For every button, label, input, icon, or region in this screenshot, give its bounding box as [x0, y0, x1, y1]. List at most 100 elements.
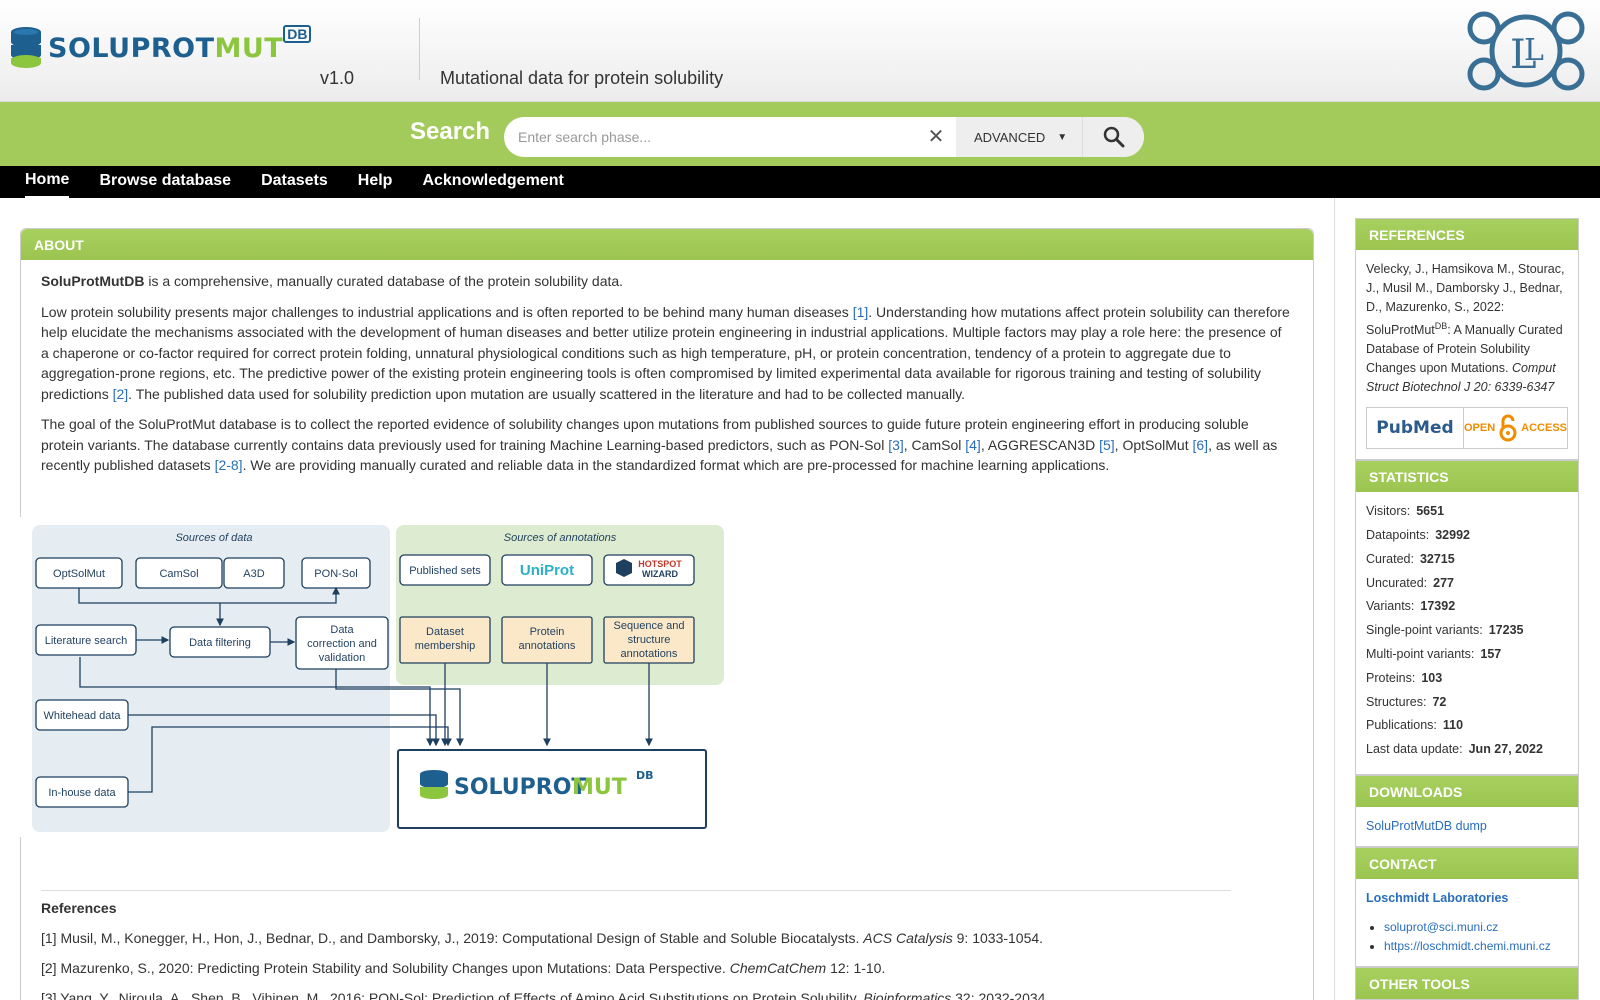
about-paragraph-3: The goal of the SoluProtMut database is …	[41, 416, 1278, 473]
stat-label: Curated:	[1366, 551, 1414, 566]
stat-label: Multi-point variants:	[1366, 646, 1475, 661]
published-sets: Published sets	[409, 565, 481, 577]
advanced-label: ADVANCED	[974, 129, 1046, 145]
svg-text:DB: DB	[636, 769, 654, 782]
uniprot-logo: UniProt	[520, 562, 574, 579]
statistics-box: STATISTICS Visitors: 5651 Datapoints: 32992…	[1355, 460, 1579, 775]
ref-link-2[interactable]: [2]	[113, 386, 129, 402]
svg-text:L: L	[1524, 33, 1544, 68]
references-header: REFERENCES	[1356, 219, 1578, 250]
database-icon	[11, 27, 41, 68]
search-button[interactable]	[1082, 117, 1144, 157]
logo-text-left: SOLUPROT	[48, 32, 215, 64]
stat-value: 103	[1421, 670, 1443, 685]
data-correction-line2: correction and	[307, 638, 377, 650]
protein-annotations-line1: Protein	[530, 626, 565, 638]
app-logo[interactable]: SOLUPROTMUT DB	[10, 25, 312, 70]
data-correction-line3: validation	[319, 652, 365, 664]
protein-annotations-line2: annotations	[519, 640, 576, 652]
stat-label: Publications:	[1366, 718, 1437, 733]
tagline: Mutational data for protein solubility	[440, 68, 724, 88]
ref-link-4[interactable]: [4]	[965, 437, 981, 453]
pubmed-logo: PubMed	[1376, 417, 1454, 438]
citation-badges: PubMed OPEN ACCESS	[1366, 407, 1568, 450]
whitehead-data: Whitehead data	[43, 710, 121, 722]
header-divider	[419, 18, 420, 80]
stat-row: Single-point variants: 17235	[1366, 621, 1568, 640]
stat-value: 17392	[1420, 599, 1456, 614]
nav-help[interactable]: Help	[358, 166, 393, 198]
svg-text:WIZARD: WIZARD	[642, 569, 678, 579]
stat-row: Last data update: Jun 27, 2022	[1366, 740, 1568, 759]
workflow-diagram: Sources of data Sources of annotations O…	[20, 516, 732, 837]
statistics-list: Visitors: 5651 Datapoints: 32992 Curated: 327…	[1356, 492, 1578, 774]
stat-label: Uncurated:	[1366, 575, 1428, 590]
about-panel: ABOUT SoluProtMutDB is a comprehensive, …	[20, 228, 1314, 1000]
stat-row: Structures: 72	[1366, 693, 1568, 712]
open-access-link[interactable]: OPEN ACCESS	[1464, 408, 1567, 448]
search-box: ✕ ADVANCED ▼	[504, 117, 1144, 157]
seq-annotations-line2: structure	[628, 634, 671, 646]
citation: Velecky, J., Hamsikova M., Stourac, J., …	[1366, 262, 1565, 395]
stat-label: Datapoints:	[1366, 527, 1430, 542]
nav-datasets[interactable]: Datasets	[261, 166, 328, 198]
ref-link-2-8[interactable]: [2-8]	[215, 457, 243, 473]
ref-link-6[interactable]: [6]	[1192, 437, 1208, 453]
stat-value: 72	[1432, 694, 1447, 709]
ref-link-3[interactable]: [3]	[888, 437, 904, 453]
close-icon[interactable]: ✕	[924, 125, 948, 149]
source-ponsol: PON-Sol	[314, 568, 357, 580]
about-intro: SoluProtMutDB is a comprehensive, manual…	[41, 273, 624, 289]
stat-row: Curated: 32715	[1366, 550, 1568, 569]
downloads-box: DOWNLOADS SoluProtMutDB dump	[1355, 774, 1579, 847]
stat-row: Publications: 110	[1366, 716, 1568, 735]
stat-label: Single-point variants:	[1366, 623, 1483, 638]
sources-title: Sources of data	[175, 532, 252, 544]
open-access-icon	[1499, 414, 1517, 442]
stat-value: 5651	[1416, 504, 1445, 519]
about-paragraph-2: Low protein solubility presents major ch…	[41, 303, 1290, 402]
stat-label: Structures:	[1366, 694, 1427, 709]
stat-value: 17235	[1488, 623, 1524, 638]
nav-acknowledgement[interactable]: Acknowledgement	[422, 166, 563, 198]
nav-browse-database[interactable]: Browse database	[99, 166, 231, 198]
dataset-membership-line2: membership	[415, 640, 476, 652]
hotspot-wizard-logo: HOTSPOT WIZARD	[616, 558, 682, 579]
references-list: [1] Musil, M., Konegger, H., Hon, J., Be…	[41, 930, 1293, 1000]
stat-row: Proteins: 103	[1366, 669, 1568, 688]
annotations-title: Sources of annotations	[504, 532, 617, 544]
contact-url-link[interactable]: https://loschmidt.chemi.muni.cz	[1384, 939, 1551, 953]
loschmidt-logo[interactable]: L L	[1462, 8, 1590, 94]
ref-link-5[interactable]: [5]	[1099, 437, 1115, 453]
references-box: REFERENCES Velecky, J., Hamsikova M., St…	[1355, 218, 1579, 461]
nav-home[interactable]: Home	[25, 166, 70, 198]
header: SOLUPROTMUT DB v1.0 Mutational data for …	[0, 0, 1600, 102]
stat-row: Datapoints: 32992	[1366, 526, 1568, 545]
stat-row: Variants: 17392	[1366, 597, 1568, 616]
source-optsolmut: OptSolMut	[53, 568, 105, 580]
stat-value: 32715	[1419, 551, 1455, 566]
reference-item: [3] Yang, Y., Niroula, A., Shen, B., Vih…	[41, 989, 1050, 1000]
stat-value: Jun 27, 2022	[1468, 742, 1543, 757]
stat-label: Proteins:	[1366, 670, 1416, 685]
download-dump-link[interactable]: SoluProtMutDB dump	[1366, 819, 1487, 833]
svg-text:SOLUPROT: SOLUPROT	[454, 775, 586, 800]
search-input[interactable]	[518, 125, 908, 149]
main-nav: Home Browse database Datasets Help Ackno…	[0, 166, 1600, 198]
column-divider	[1334, 198, 1335, 1000]
search-bar: Search ✕ ADVANCED ▼	[0, 102, 1600, 166]
other-tools-header: OTHER TOOLS	[1356, 967, 1578, 999]
contact-email-link[interactable]: soluprot@sci.muni.cz	[1384, 920, 1498, 934]
ref-link-1[interactable]: [1]	[853, 304, 869, 320]
stat-value: 157	[1480, 646, 1502, 661]
advanced-dropdown[interactable]: ADVANCED ▼	[956, 117, 1082, 157]
references-title: References	[41, 899, 117, 916]
pubmed-link[interactable]: PubMed	[1367, 408, 1464, 449]
version-label: v1.0	[320, 68, 355, 88]
data-filtering: Data filtering	[189, 637, 251, 649]
stat-row: Multi-point variants: 157	[1366, 645, 1568, 664]
references-divider	[41, 889, 1231, 891]
reference-item: [1] Musil, M., Konegger, H., Hon, J., Be…	[41, 929, 1044, 946]
stat-label: Variants:	[1366, 599, 1415, 614]
stat-label: Last data update:	[1366, 742, 1463, 757]
